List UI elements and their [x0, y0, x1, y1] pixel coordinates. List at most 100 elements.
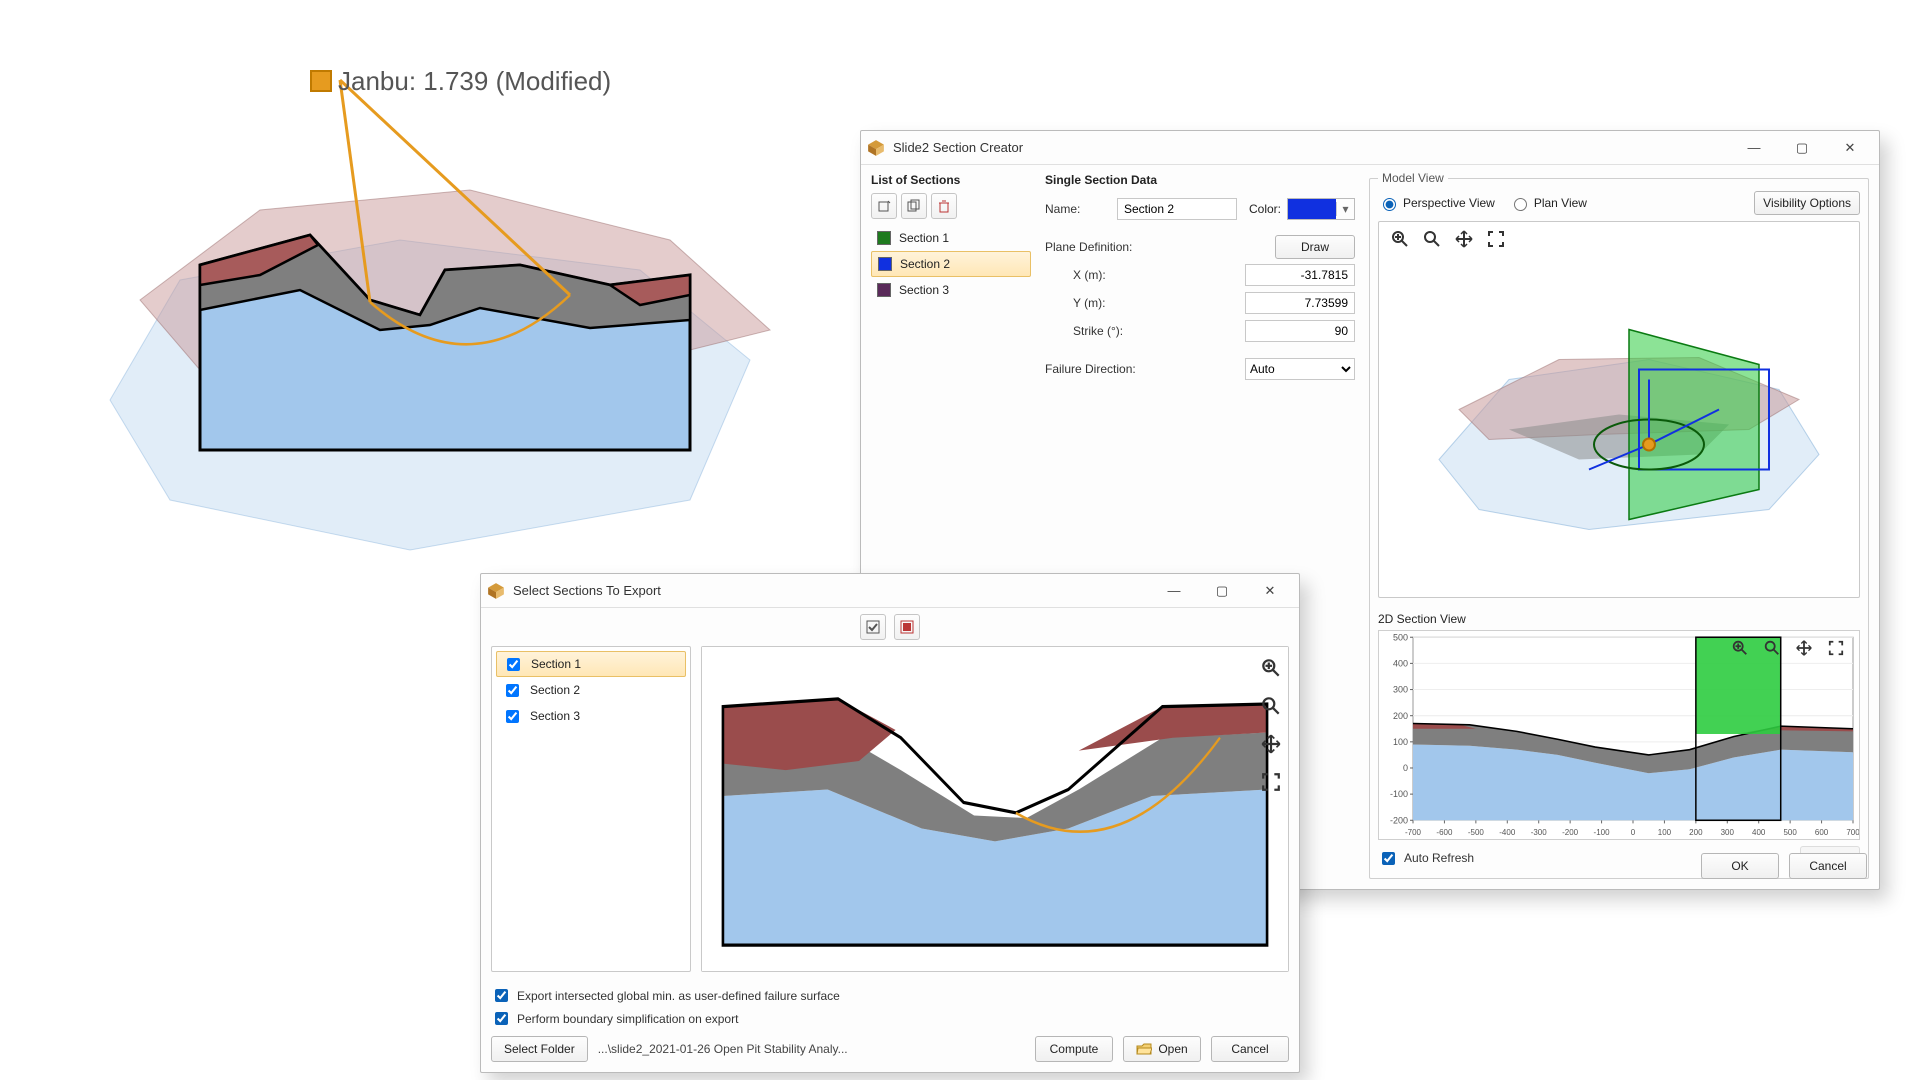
fullscreen-icon[interactable] — [1825, 637, 1847, 659]
svg-text:-200: -200 — [1390, 815, 1408, 825]
export-item-checkbox[interactable] — [506, 684, 519, 697]
zoom-icon[interactable] — [1761, 637, 1783, 659]
section-list-label: Section 2 — [900, 257, 950, 271]
section-color-chip — [878, 257, 892, 271]
factor-of-safety-label: Janbu: 1.739 (Modified) — [338, 66, 611, 97]
color-swatch[interactable] — [1288, 199, 1336, 219]
svg-text:100: 100 — [1393, 737, 1408, 747]
color-label: Color: — [1249, 202, 1281, 216]
draw-plane-button[interactable]: Draw — [1275, 235, 1355, 259]
section-list-item[interactable]: Section 3 — [871, 277, 1031, 303]
export-intersected-checkbox[interactable]: Export intersected global min. as user-d… — [491, 986, 1289, 1005]
model-3d-viewport[interactable] — [1378, 221, 1860, 598]
name-label: Name: — [1045, 202, 1117, 216]
delete-section-button[interactable] — [931, 193, 957, 219]
select-none-button[interactable] — [894, 614, 920, 640]
svg-text:200: 200 — [1689, 828, 1703, 837]
compute-button[interactable]: Compute — [1035, 1036, 1113, 1062]
select-folder-button[interactable]: Select Folder — [491, 1036, 588, 1062]
svg-text:400: 400 — [1393, 658, 1408, 668]
export-item-label: Section 1 — [531, 657, 581, 671]
strike-input[interactable] — [1245, 320, 1355, 342]
export-folder-path: ...\slide2_2021-01-26 Open Pit Stability… — [598, 1042, 1025, 1056]
app-icon — [867, 139, 885, 157]
export-sections-dialog: Select Sections To Export — ▢ ✕ — [480, 573, 1300, 1073]
svg-text:-100: -100 — [1390, 789, 1408, 799]
export-title: Select Sections To Export — [513, 583, 661, 598]
svg-text:0: 0 — [1403, 763, 1408, 773]
svg-text:500: 500 — [1393, 632, 1408, 642]
svg-text:300: 300 — [1721, 828, 1735, 837]
svg-text:-400: -400 — [1499, 828, 1515, 837]
svg-text:100: 100 — [1658, 828, 1672, 837]
open-button[interactable]: Open — [1123, 1036, 1201, 1062]
maximize-button[interactable]: ▢ — [1785, 136, 1819, 160]
export-item-label: Section 2 — [530, 683, 580, 697]
maximize-button[interactable]: ▢ — [1205, 579, 1239, 603]
svg-text:-200: -200 — [1562, 828, 1578, 837]
y-input[interactable] — [1245, 292, 1355, 314]
section-2d-viewport[interactable]: -200-1000100200300400500-700-600-500-400… — [1378, 630, 1860, 840]
section-creator-title: Slide2 Section Creator — [893, 140, 1023, 155]
perspective-view-radio[interactable]: Perspective View — [1378, 195, 1495, 211]
minimize-button[interactable]: — — [1157, 579, 1191, 603]
svg-text:-600: -600 — [1436, 828, 1452, 837]
factor-of-safety-marker — [310, 70, 332, 92]
model-view-legend: Model View — [1378, 171, 1448, 185]
close-button[interactable]: ✕ — [1253, 579, 1287, 603]
export-list-item[interactable]: Section 3 — [496, 703, 686, 729]
color-dropdown-button[interactable]: ▾ — [1336, 202, 1354, 216]
failure-direction-select[interactable]: Auto — [1245, 358, 1355, 380]
export-titlebar[interactable]: Select Sections To Export — ▢ ✕ — [481, 574, 1299, 608]
export-preview-viewport[interactable] — [701, 646, 1289, 972]
section-name-input[interactable] — [1117, 198, 1237, 220]
section-2d-label: 2D Section View — [1378, 612, 1860, 626]
auto-refresh-checkbox[interactable]: Auto Refresh — [1378, 849, 1474, 868]
zoom-extents-icon[interactable] — [1260, 657, 1282, 679]
pan-icon[interactable] — [1793, 637, 1815, 659]
failure-direction-label: Failure Direction: — [1045, 362, 1185, 376]
svg-text:500: 500 — [1783, 828, 1797, 837]
zoom-extents-icon[interactable] — [1729, 637, 1751, 659]
minimize-button[interactable]: — — [1737, 136, 1771, 160]
close-button[interactable]: ✕ — [1833, 136, 1867, 160]
cancel-button[interactable]: Cancel — [1789, 853, 1867, 879]
section-creator-titlebar[interactable]: Slide2 Section Creator — ▢ ✕ — [861, 131, 1879, 165]
export-section-list[interactable]: Section 1 Section 2 Section 3 — [491, 646, 691, 972]
cancel-button[interactable]: Cancel — [1211, 1036, 1289, 1062]
section-color-chip — [877, 283, 891, 297]
svg-text:700: 700 — [1846, 828, 1859, 837]
section-list-label: Section 1 — [899, 231, 949, 245]
export-list-item[interactable]: Section 2 — [496, 677, 686, 703]
section-list-label: Section 3 — [899, 283, 949, 297]
y-label: Y (m): — [1045, 296, 1185, 310]
sections-list-header: List of Sections — [871, 173, 1031, 187]
svg-text:-300: -300 — [1531, 828, 1547, 837]
plan-view-radio[interactable]: Plan View — [1509, 195, 1587, 211]
x-label: X (m): — [1045, 268, 1185, 282]
svg-text:300: 300 — [1393, 685, 1408, 695]
svg-text:-700: -700 — [1405, 828, 1421, 837]
svg-text:600: 600 — [1815, 828, 1829, 837]
visibility-options-button[interactable]: Visibility Options — [1754, 191, 1860, 215]
section-list-item[interactable]: Section 1 — [871, 225, 1031, 251]
svg-text:400: 400 — [1752, 828, 1766, 837]
pan-icon[interactable] — [1260, 733, 1282, 755]
sections-list[interactable]: Section 1 Section 2 Section 3 — [871, 225, 1031, 303]
export-item-checkbox[interactable] — [506, 710, 519, 723]
export-item-checkbox[interactable] — [507, 658, 520, 671]
ok-button[interactable]: OK — [1701, 853, 1779, 879]
export-list-item[interactable]: Section 1 — [496, 651, 686, 677]
export-item-label: Section 3 — [530, 709, 580, 723]
fullscreen-icon[interactable] — [1260, 771, 1282, 793]
add-section-button[interactable] — [871, 193, 897, 219]
duplicate-section-button[interactable] — [901, 193, 927, 219]
single-section-header: Single Section Data — [1045, 173, 1355, 187]
x-input[interactable] — [1245, 264, 1355, 286]
boundary-simplification-checkbox[interactable]: Perform boundary simplification on expor… — [491, 1009, 1289, 1028]
section-color-chip — [877, 231, 891, 245]
zoom-icon[interactable] — [1260, 695, 1282, 717]
select-all-button[interactable] — [860, 614, 886, 640]
section-list-item[interactable]: Section 2 — [871, 251, 1031, 277]
app-icon — [487, 582, 505, 600]
